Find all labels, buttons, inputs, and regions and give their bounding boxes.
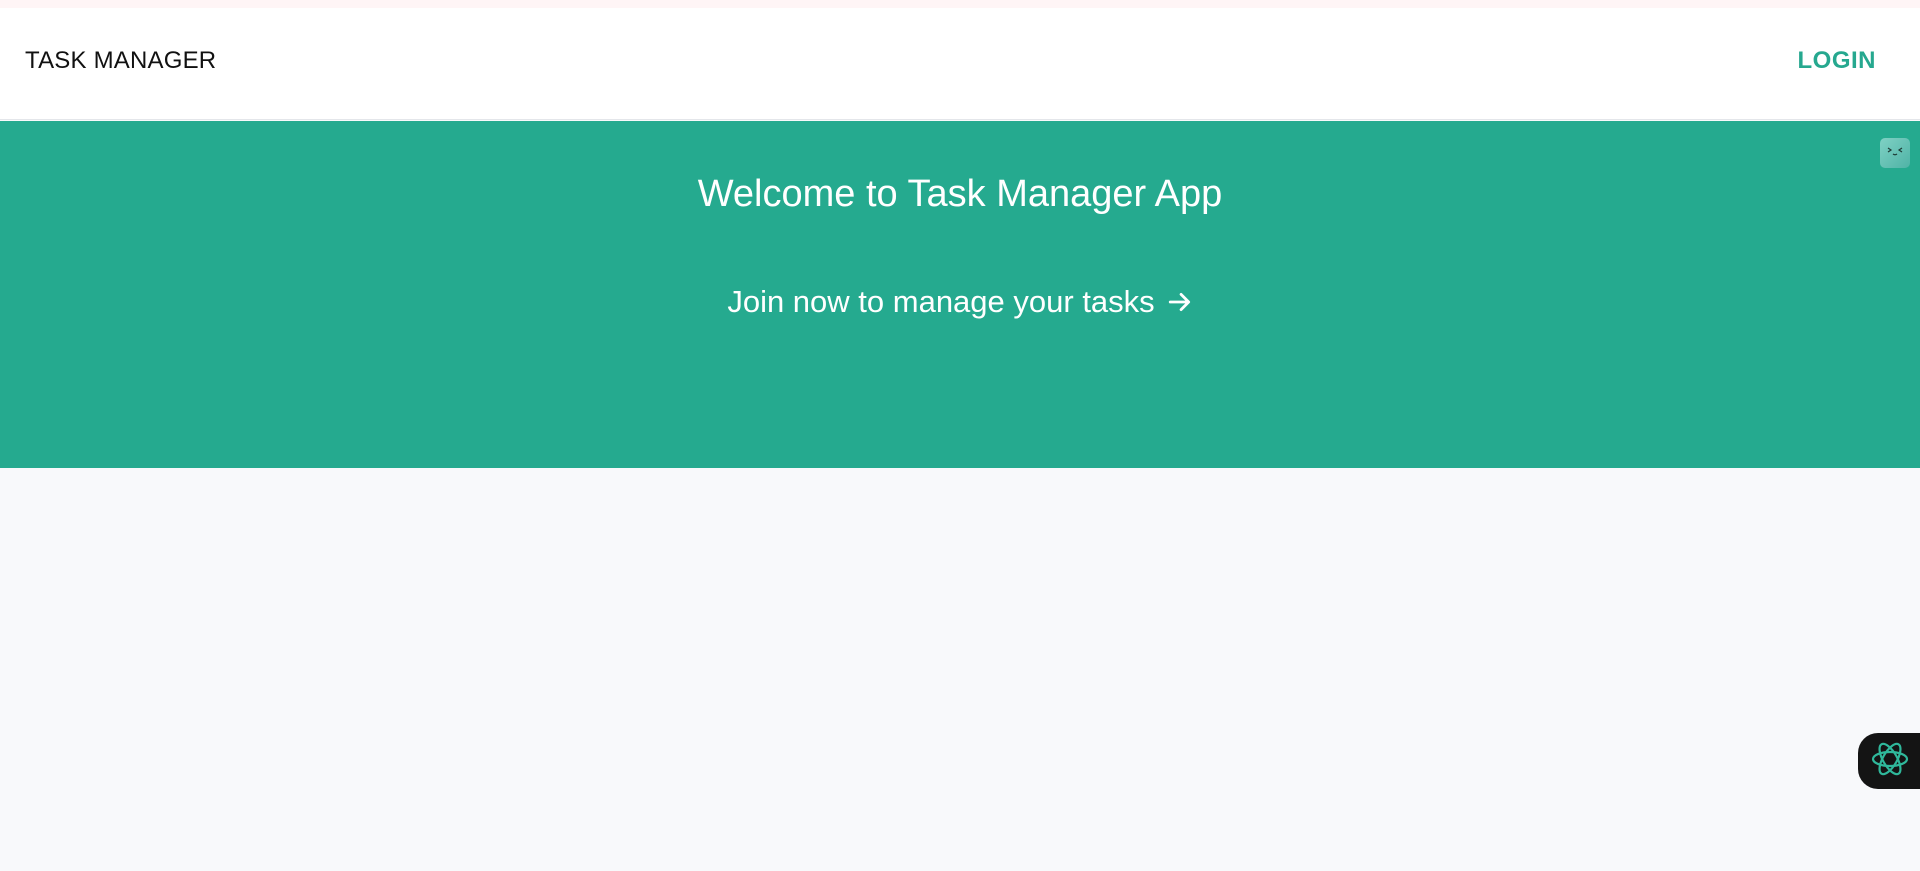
navbar: TASK MANAGER LOGIN: [0, 8, 1920, 120]
join-now-label: Join now to manage your tasks: [727, 284, 1155, 319]
top-strip: [0, 0, 1920, 8]
brand-title: TASK MANAGER: [25, 47, 217, 74]
login-link[interactable]: LOGIN: [1798, 49, 1877, 73]
hero-title: Welcome to Task Manager App: [697, 173, 1223, 215]
join-now-link[interactable]: Join now to manage your tasks: [0, 286, 1920, 317]
face-icon: [1885, 144, 1905, 163]
assistant-button[interactable]: [1858, 733, 1920, 789]
hero-banner: Welcome to Task Manager App Join now to …: [0, 121, 1920, 468]
arrow-right-icon: [1167, 289, 1193, 315]
extension-widget[interactable]: [1880, 138, 1910, 168]
atom-icon: [1870, 739, 1910, 784]
